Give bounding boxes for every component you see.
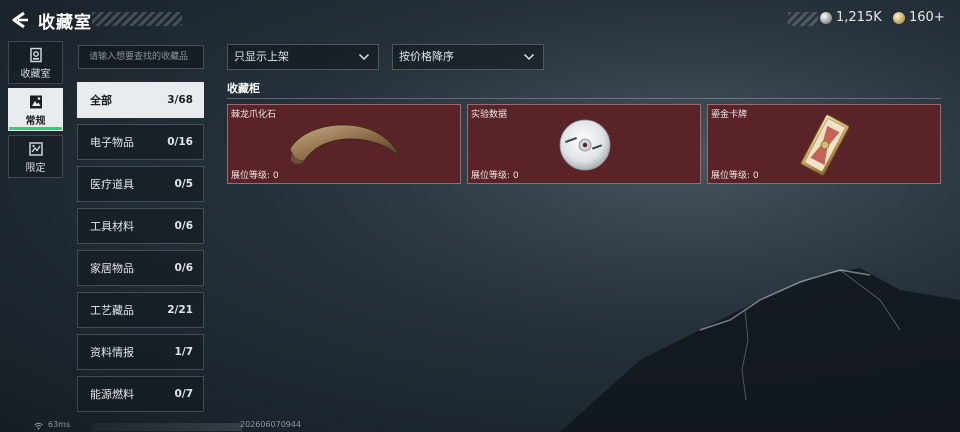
- category-item-intel[interactable]: 资料情报 1/7: [77, 334, 204, 370]
- limited-icon: [28, 142, 43, 156]
- category-count: 3/68: [167, 94, 193, 106]
- cabinet-title: 收藏柜: [227, 82, 260, 95]
- cabinet-item-level: 展位等级: 0: [471, 171, 519, 181]
- category-name: 能源燃料: [90, 388, 134, 401]
- cabinet-item-name: 棘龙爪化石: [231, 110, 277, 120]
- silver-coin-icon: [820, 11, 832, 24]
- cabinet-item-level: 展位等级: 0: [231, 171, 279, 181]
- status-decoration: [92, 423, 242, 431]
- shelf-filter-dropdown[interactable]: 只显示上架: [227, 44, 379, 70]
- silver-currency-value: 1,215K: [836, 10, 882, 25]
- cabinet-item-card[interactable]: 实验数据 展位等级: 0: [467, 104, 701, 184]
- category-count: 0/16: [167, 136, 193, 148]
- category-name: 全部: [90, 94, 112, 107]
- category-item-tools[interactable]: 工具材料 0/6: [77, 208, 204, 244]
- category-count: 0/5: [174, 178, 193, 190]
- sidebar-item-label: 常规: [25, 116, 46, 127]
- sidebar-item-label: 收藏室: [20, 69, 51, 80]
- cabinet-item-name: 实验数据: [471, 110, 508, 120]
- build-timestamp: 202606070944: [240, 420, 302, 429]
- status-bar: 63ms 202606070944: [0, 420, 960, 432]
- category-count: 2/21: [167, 304, 193, 316]
- category-name: 电子物品: [90, 136, 134, 149]
- category-count: 1/7: [174, 346, 193, 358]
- cabinet-item-card[interactable]: 鎏金卡牌 展位等级: 0: [707, 104, 941, 184]
- chevron-down-icon: [523, 53, 535, 61]
- left-sidebar: 收藏室 常规 限定: [8, 41, 64, 182]
- page-title: 收藏室: [38, 13, 92, 33]
- category-name: 医疗道具: [90, 178, 134, 191]
- gold-currency[interactable]: 160+: [893, 10, 945, 25]
- category-list: 全部 3/68 电子物品 0/16 医疗道具 0/5 工具材料 0/6 家居物品…: [77, 82, 204, 418]
- category-item-fuel[interactable]: 能源燃料 0/7: [77, 376, 204, 412]
- sidebar-item-regular[interactable]: 常规: [8, 88, 63, 131]
- category-item-all[interactable]: 全部 3/68: [77, 82, 204, 118]
- gold-coin-icon: [893, 11, 905, 24]
- sidebar-item-limited[interactable]: 限定: [8, 135, 63, 178]
- back-arrow-icon: [12, 11, 28, 29]
- category-name: 工具材料: [90, 220, 134, 233]
- category-count: 0/6: [174, 262, 193, 274]
- cabinet-item-level: 展位等级: 0: [711, 171, 759, 181]
- back-button[interactable]: [8, 8, 32, 32]
- category-count: 0/6: [174, 220, 193, 232]
- search-input[interactable]: [78, 45, 204, 69]
- cabinet-divider: [227, 98, 941, 99]
- gold-currency-value: 160+: [909, 10, 945, 25]
- category-item-crafts[interactable]: 工艺藏品 2/21: [77, 292, 204, 328]
- collection-room-icon: [29, 47, 42, 63]
- wifi-icon: [34, 422, 43, 430]
- chevron-down-icon: [358, 53, 370, 61]
- sidebar-item-label: 限定: [25, 163, 46, 174]
- category-name: 资料情报: [90, 346, 134, 359]
- category-item-medical[interactable]: 医疗道具 0/5: [77, 166, 204, 202]
- ping-readout: 63ms: [48, 420, 71, 429]
- category-name: 家居物品: [90, 262, 134, 275]
- title-decoration: [92, 12, 182, 26]
- sort-order-dropdown[interactable]: 按价格降序: [392, 44, 544, 70]
- category-count: 0/7: [174, 388, 193, 400]
- top-bar: 收藏室 1,215K 160+: [0, 0, 960, 40]
- category-name: 工艺藏品: [90, 304, 134, 317]
- silver-currency[interactable]: 1,215K: [820, 10, 882, 25]
- regular-icon: [29, 95, 42, 109]
- category-item-household[interactable]: 家居物品 0/6: [77, 250, 204, 286]
- category-item-electronics[interactable]: 电子物品 0/16: [77, 124, 204, 160]
- cabinet-item-name: 鎏金卡牌: [711, 110, 748, 120]
- shelf-filter-value: 只显示上架: [234, 50, 289, 63]
- sort-order-value: 按价格降序: [399, 50, 454, 63]
- cabinet-item-card[interactable]: 棘龙爪化石 展位等级: 0: [227, 104, 461, 184]
- currency-decoration: [788, 12, 818, 26]
- sidebar-item-collection-room[interactable]: 收藏室: [8, 41, 63, 84]
